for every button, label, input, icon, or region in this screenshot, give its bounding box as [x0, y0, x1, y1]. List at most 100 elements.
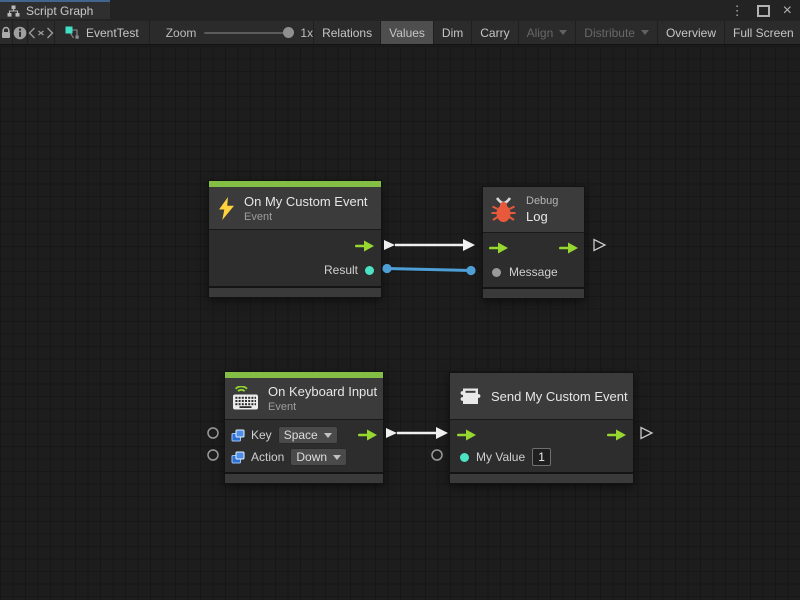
bug-icon: [490, 196, 517, 224]
key-dropdown-value: Space: [284, 428, 318, 442]
message-input-row: Message: [483, 260, 584, 284]
flow-row: [483, 236, 584, 260]
message-value-port[interactable]: [492, 268, 501, 277]
flow-output-port[interactable]: [355, 240, 374, 252]
result-output-row: Result: [209, 258, 381, 282]
action-dropdown[interactable]: Down: [290, 448, 347, 466]
wire-control-keyboard-to-send: [386, 427, 448, 439]
overview-button[interactable]: Overview: [657, 21, 724, 44]
window-controls: ⋮ ×: [731, 0, 792, 21]
zoom-slider-handle[interactable]: [283, 27, 294, 38]
script-graph-icon: [7, 5, 20, 17]
wire-control-custom-event-to-log: [384, 239, 475, 251]
chevron-down-icon: [559, 30, 567, 35]
distribute-label: Distribute: [584, 26, 635, 40]
node-title: Log: [526, 209, 558, 224]
graph-name-label: EventTest: [86, 26, 139, 40]
node-title: On My Custom Event: [244, 194, 368, 209]
carry-button[interactable]: Carry: [471, 21, 517, 44]
action-dropdown-value: Down: [296, 450, 327, 464]
tab-script-graph[interactable]: Script Graph: [0, 0, 110, 19]
node-footer: [225, 472, 383, 483]
node-header[interactable]: Debug Log: [483, 187, 584, 232]
flow-row: [450, 424, 633, 446]
window-titlebar: Script Graph ⋮ ×: [0, 0, 800, 21]
window-menu-button[interactable]: ⋮: [731, 4, 744, 17]
dim-button[interactable]: Dim: [433, 21, 471, 44]
enum-icon: [231, 429, 245, 442]
unconnected-port-key: [208, 428, 218, 438]
align-label: Align: [527, 26, 554, 40]
enum-icon: [231, 451, 245, 464]
lock-button[interactable]: [0, 21, 13, 44]
maximize-button[interactable]: [757, 5, 770, 17]
preview-code-button[interactable]: [28, 21, 55, 44]
flow-output-port[interactable]: [358, 429, 377, 441]
info-button[interactable]: [13, 21, 28, 44]
zoom-slider[interactable]: [204, 32, 292, 34]
info-icon: [13, 26, 27, 40]
action-label: Action: [251, 450, 284, 464]
node-send-my-custom-event[interactable]: Send My Custom Event: [449, 372, 634, 484]
graph-asset-icon: [65, 26, 80, 39]
tab-label: Script Graph: [26, 4, 93, 18]
zoom-value-label: 1x: [300, 26, 313, 40]
chevron-down-icon: [333, 455, 341, 460]
node-header[interactable]: Send My Custom Event: [450, 373, 633, 419]
relations-button[interactable]: Relations: [313, 21, 380, 44]
align-button[interactable]: Align: [518, 21, 576, 44]
flow-output-port[interactable]: [559, 242, 578, 254]
my-value-port[interactable]: [460, 453, 469, 462]
keyboard-icon: [232, 386, 259, 411]
flow-input-port[interactable]: [489, 242, 508, 254]
key-dropdown[interactable]: Space: [278, 426, 338, 444]
node-subtitle: Event: [244, 211, 368, 223]
my-value-field[interactable]: 1: [532, 448, 551, 466]
node-subtitle: Event: [268, 401, 377, 413]
result-label: Result: [324, 263, 358, 277]
unconnected-port-my-value: [432, 450, 442, 460]
flow-output-port[interactable]: [607, 429, 626, 441]
node-on-keyboard-input[interactable]: On Keyboard Input Event Key Space: [224, 371, 384, 484]
node-body: My Value 1: [450, 419, 633, 472]
unconnected-flow-port-send-event: [641, 428, 652, 439]
node-header[interactable]: On Keyboard Input Event: [225, 378, 383, 419]
unit-icon: [459, 386, 482, 407]
values-button[interactable]: Values: [380, 21, 433, 44]
wire-value-result-to-message: [382, 264, 475, 275]
graph-toolbar: EventTest Zoom 1x Relations Values Dim C…: [0, 21, 800, 45]
trigger-output-row: [209, 234, 381, 258]
node-body: Key Space: [225, 419, 383, 472]
lock-icon: [0, 26, 12, 39]
action-input-row: Action Down: [225, 446, 383, 468]
unconnected-flow-port-debug-log: [594, 240, 605, 251]
node-footer: [450, 472, 633, 483]
graph-canvas[interactable]: On My Custom Event Event Result: [0, 46, 800, 600]
zoom-label: Zoom: [166, 26, 197, 40]
node-title: Send My Custom Event: [491, 389, 628, 404]
lightning-bolt-icon: [218, 197, 235, 220]
node-body: Message: [483, 232, 584, 287]
node-on-my-custom-event[interactable]: On My Custom Event Event Result: [208, 180, 382, 298]
my-value-input-row: My Value 1: [450, 446, 633, 468]
my-value-label: My Value: [476, 450, 525, 464]
distribute-button[interactable]: Distribute: [575, 21, 657, 44]
node-surtitle: Debug: [526, 195, 558, 207]
graph-picker-button[interactable]: EventTest: [55, 21, 150, 44]
flow-input-port[interactable]: [457, 429, 476, 441]
node-header[interactable]: On My Custom Event Event: [209, 187, 381, 229]
fullscreen-button[interactable]: Full Screen: [724, 21, 800, 44]
result-value-port[interactable]: [365, 266, 374, 275]
chevron-down-icon: [324, 433, 332, 438]
node-footer: [483, 287, 584, 298]
code-icon: [28, 27, 54, 39]
key-label: Key: [251, 428, 272, 442]
my-value-text: 1: [538, 450, 545, 464]
node-debug-log[interactable]: Debug Log: [482, 186, 585, 299]
zoom-control: Zoom 1x: [166, 21, 313, 44]
close-button[interactable]: ×: [783, 3, 792, 19]
wires-overlay: [0, 46, 800, 600]
node-footer: [209, 286, 381, 297]
node-body: Result: [209, 229, 381, 286]
unconnected-port-action: [208, 450, 218, 460]
